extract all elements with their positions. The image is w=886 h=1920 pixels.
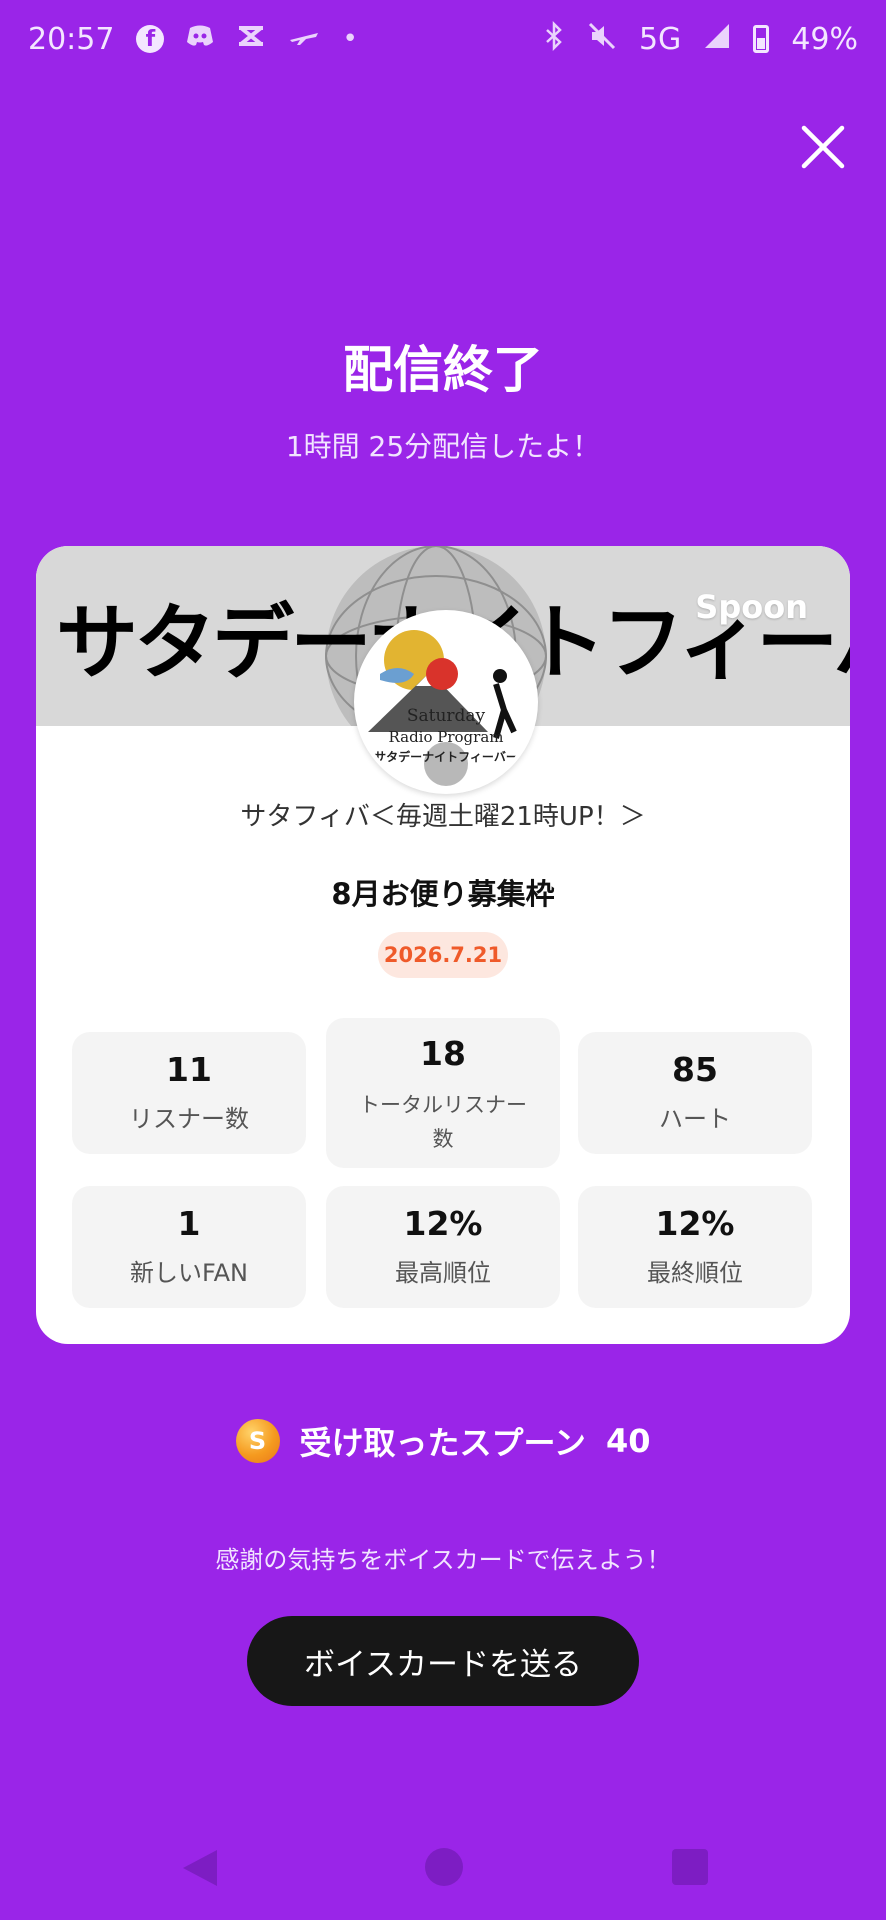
avatar-line-2: Radio Program	[388, 728, 504, 746]
channel-name: サタフィバ＜毎週土曜21時UP！＞	[240, 802, 646, 832]
stat-label: 新しいFAN	[130, 1259, 248, 1287]
status-right: 5G 49%	[543, 20, 858, 58]
mute-icon	[587, 21, 617, 58]
stat-total-listeners: 18 トータルリスナー数	[326, 1018, 560, 1168]
stat-hearts: 85 ハート	[578, 1032, 812, 1154]
thanks-message: 感謝の気持ちをボイスカードで伝えよう！	[215, 1546, 671, 1574]
close-icon	[801, 125, 845, 169]
battery-level: 49%	[791, 21, 858, 57]
stat-value: 12%	[655, 1204, 735, 1243]
spoon-coin-icon: S	[235, 1419, 280, 1463]
status-left: 20:57 f •	[28, 22, 358, 57]
avatar: Saturday Radio Program サタデーナイトフィーバー	[354, 610, 538, 794]
dot-icon: •	[342, 24, 358, 54]
spoons-count: 40	[605, 1422, 651, 1460]
stat-value: 12%	[403, 1204, 483, 1243]
avatar-line-3: サタデーナイトフィーバー	[374, 750, 518, 764]
bluetooth-icon	[543, 20, 565, 58]
recent-apps-icon[interactable]	[672, 1849, 708, 1885]
stat-final-rank: 12% 最終順位	[578, 1186, 812, 1308]
duration-text: 1時間 25分配信したよ！	[285, 430, 601, 463]
close-button[interactable]	[796, 120, 850, 174]
stat-value: 85	[672, 1050, 718, 1089]
battery-icon	[753, 25, 770, 53]
spoons-received: S 受け取ったスプーン 40	[0, 1418, 886, 1464]
stat-value: 1	[177, 1204, 201, 1243]
spoons-label: 受け取ったスプーン	[299, 1424, 586, 1462]
status-time: 20:57	[28, 21, 115, 57]
back-icon[interactable]	[183, 1850, 217, 1886]
broadcast-summary-card: サタデーナイトフィーバーズ Spoon Saturday Radio Progr…	[36, 546, 850, 1344]
stream-title: 8月お便り募集枠	[331, 877, 555, 911]
signal-icon	[703, 22, 731, 57]
stat-label: リスナー数	[129, 1105, 249, 1133]
discord-icon	[186, 24, 214, 55]
network-label: 5G	[638, 21, 682, 57]
stat-value: 11	[166, 1050, 212, 1089]
capcut-icon	[236, 24, 266, 55]
stat-label: ハート	[659, 1105, 731, 1133]
system-nav-bar	[0, 1840, 886, 1900]
stat-highest-rank: 12% 最高順位	[326, 1186, 560, 1308]
stat-new-fans: 1 新しいFAN	[72, 1186, 306, 1308]
page-title: 配信終了	[343, 341, 543, 399]
date-badge: 2026.7.21	[378, 932, 508, 978]
send-voice-card-button[interactable]: ボイスカードを送る	[247, 1616, 639, 1706]
stat-label: 最高順位	[395, 1259, 491, 1287]
stat-value: 18	[420, 1034, 466, 1073]
spoon-logo: Spoon	[695, 588, 808, 626]
home-icon[interactable]	[425, 1848, 463, 1886]
facebook-icon: f	[136, 25, 165, 53]
avatar-line-1: Saturday	[406, 706, 486, 726]
status-bar: 20:57 f • 5G 49%	[0, 0, 886, 78]
airplane-icon	[288, 24, 320, 54]
stat-listeners: 11 リスナー数	[72, 1032, 306, 1154]
stat-label: トータルリスナー数	[359, 1093, 527, 1151]
stat-label: 最終順位	[647, 1259, 743, 1287]
